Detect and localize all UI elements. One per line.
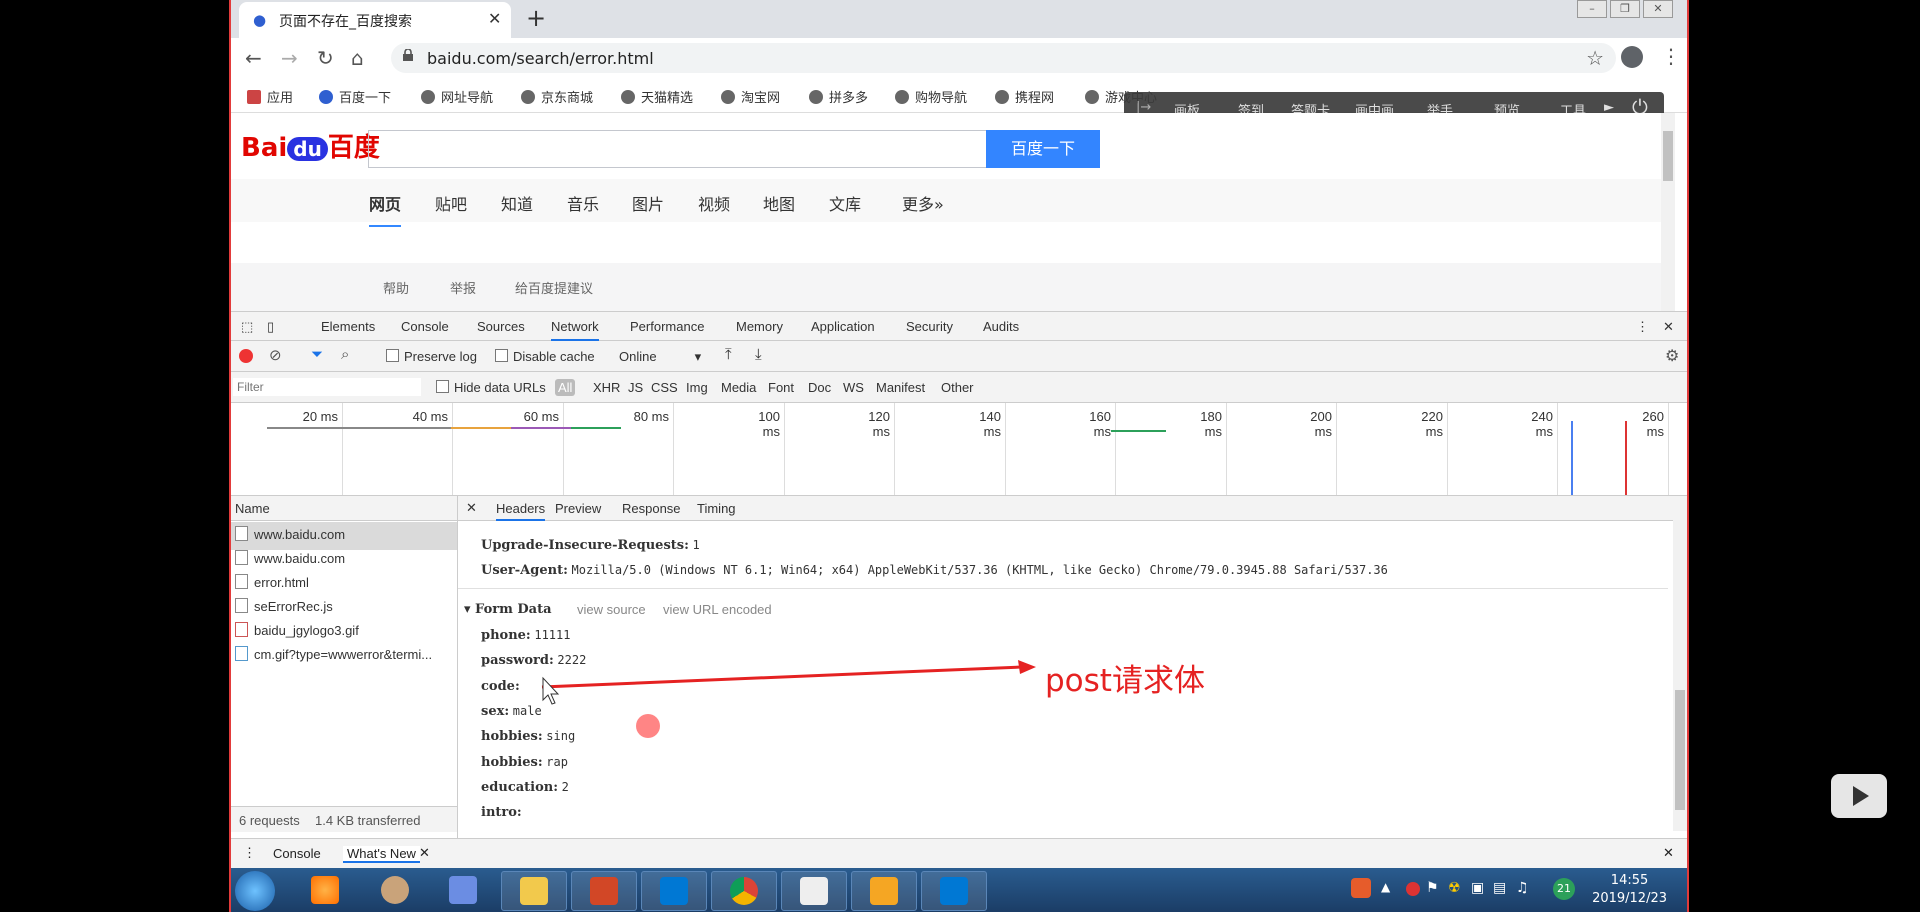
annotation-arrow: [541, 660, 1036, 705]
annotation-label: post请求体: [1045, 663, 1205, 699]
video-player-icon[interactable]: [1831, 774, 1887, 818]
cursor-highlight: [636, 714, 660, 738]
